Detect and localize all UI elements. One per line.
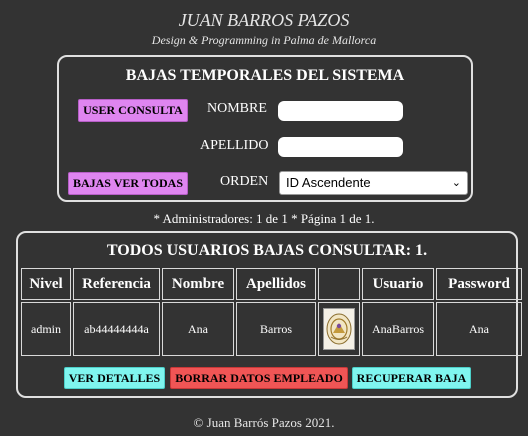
column-header-usuario: Usuario: [362, 268, 434, 300]
nombre-label: NOMBRE: [207, 101, 267, 116]
footer-copyright: © Juan Barrós Pazos 2021.: [193, 415, 335, 430]
table-row[interactable]: admin ab44444444a Ana Barros AnaBarros A…: [21, 302, 522, 356]
orden-selected-value: ID Ascendente: [286, 175, 371, 190]
recuperar-baja-button[interactable]: RECUPERAR BAJA: [352, 367, 471, 389]
column-header-referencia: Referencia: [73, 268, 160, 300]
column-header-password: Password: [436, 268, 522, 300]
orden-select[interactable]: ID Ascendente ⌄: [279, 171, 468, 195]
search-panel-title: BAJAS TEMPORALES DEL SISTEMA: [125, 67, 405, 84]
cell-photo: [318, 302, 360, 356]
chevron-down-icon: ⌄: [451, 177, 461, 189]
results-table: Nivel Referencia Nombre Apellidos Usuari…: [19, 266, 524, 358]
cell-nombre: Ana: [162, 302, 234, 356]
column-header-nivel: Nivel: [21, 268, 71, 300]
column-header-photo: [318, 268, 360, 300]
user-photo-icon: [323, 308, 355, 350]
user-consulta-button[interactable]: USER CONSULTA: [78, 99, 188, 122]
cell-password: Ana: [436, 302, 522, 356]
cell-apellidos: Barros: [236, 302, 316, 356]
cell-usuario: AnaBarros: [362, 302, 434, 356]
column-header-nombre: Nombre: [162, 268, 234, 300]
apellido-input[interactable]: [278, 137, 403, 157]
ver-detalles-button[interactable]: VER DETALLES: [64, 367, 165, 389]
apellido-label: APELLIDO: [200, 138, 269, 153]
nombre-input[interactable]: [278, 101, 403, 121]
cell-referencia: ab44444444a: [73, 302, 160, 356]
results-panel-title: TODOS USUARIOS BAJAS CONSULTAR: 1.: [106, 242, 428, 259]
site-subtitle: Design & Programming in Palma de Mallorc…: [151, 33, 377, 47]
cell-nivel: admin: [21, 302, 71, 356]
site-title: JUAN BARROS PAZOS: [178, 10, 350, 30]
orden-label: ORDEN: [220, 174, 269, 189]
borrar-datos-empleado-button[interactable]: BORRAR DATOS EMPLEADO: [170, 367, 348, 389]
column-header-apellidos: Apellidos: [236, 268, 316, 300]
pagination-info: * Administradores: 1 de 1 * Página 1 de …: [153, 211, 375, 226]
table-header-row: Nivel Referencia Nombre Apellidos Usuari…: [21, 268, 522, 300]
bajas-ver-todas-button[interactable]: BAJAS VER TODAS: [68, 172, 188, 195]
